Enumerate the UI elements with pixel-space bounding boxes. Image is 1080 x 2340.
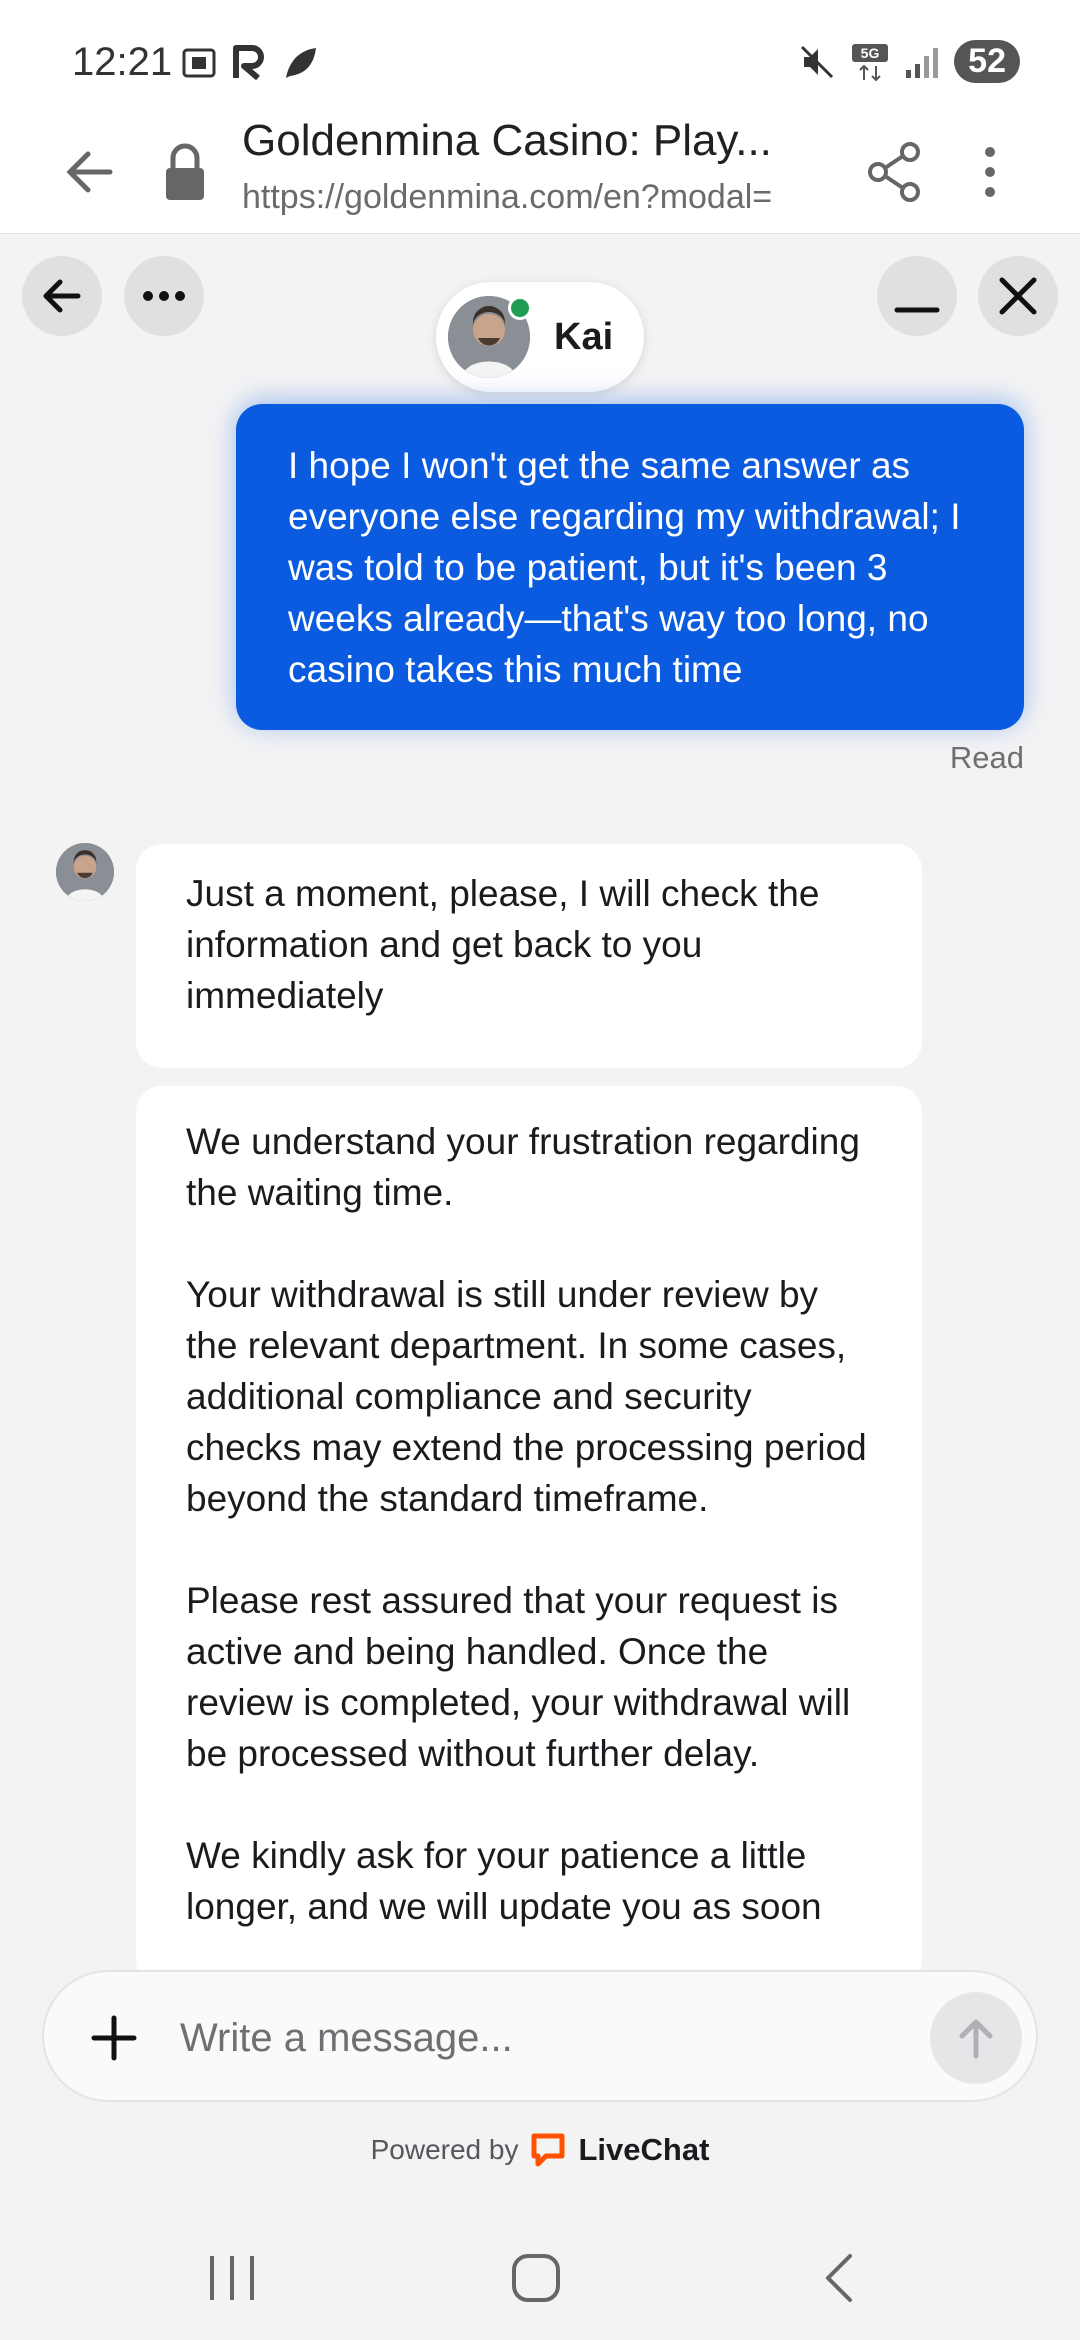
arrow-left-icon [66,151,113,193]
agent-message-paragraph: We understand your frustration regarding… [186,1121,860,1213]
message-input[interactable] [180,2010,820,2066]
svg-text:5G: 5G [861,45,880,61]
minimize-icon [894,307,940,313]
user-message-bubble: I hope I won't get the same answer as ev… [236,404,1024,730]
agent-message-paragraph: Please rest assured that your request is… [186,1580,851,1774]
status-bar: 12:21 5G 52 [0,0,1080,110]
close-chat-button[interactable] [978,256,1058,336]
agent-message-bubble: We understand your frustration regarding… [136,1086,922,1986]
user-message-text: I hope I won't get the same answer as ev… [288,445,961,690]
agent-message-paragraph: Your withdrawal is still under review by… [186,1274,867,1519]
page-title[interactable]: Goldenmina Casino: Play... [242,116,842,166]
livechat-brand: LiveChat [578,2132,710,2167]
more-vertical-icon [985,147,995,197]
chat-back-button[interactable] [22,256,102,336]
back-chevron-icon [826,2254,852,2302]
signal-icon [906,47,939,78]
plus-icon [91,2015,137,2061]
clock: 12:21 [72,40,173,84]
agent-message-avatar [56,843,114,901]
powered-by-footer[interactable]: Powered by LiveChat [0,2132,1080,2168]
attach-button[interactable] [84,2008,144,2068]
arrow-left-icon [43,279,81,313]
chat-options-button[interactable] [124,256,204,336]
recent-apps-button[interactable] [192,2246,272,2310]
status-icons-right: 5G 52 [798,40,1020,83]
agent-message-paragraph: We kindly ask for your patience a little… [186,1835,822,1927]
status-icons-left [180,44,320,82]
powered-by-label: Powered by [370,2134,519,2165]
share-icon [868,142,920,202]
app-r-icon [233,45,264,81]
leaf-icon [286,48,316,78]
battery-indicator: 52 [954,40,1020,83]
share-button[interactable] [862,140,926,209]
url-bar[interactable]: https://goldenmina.com/en?modal= [242,178,822,217]
arrow-up-icon [959,2019,993,2059]
home-icon [512,2254,560,2302]
message-composer [42,1970,1038,2102]
online-status-dot [508,296,532,320]
agent-name: Kai [554,315,614,358]
livechat-logo-icon [531,2133,565,2167]
close-icon [999,277,1037,315]
lock-icon[interactable] [160,140,210,209]
agent-message-text: Just a moment, please, I will check the … [186,873,820,1016]
network-5g-icon: 5G [852,43,889,81]
recent-apps-icon [210,2256,254,2300]
system-back-button[interactable] [800,2246,880,2310]
more-horizontal-icon [143,291,185,301]
agent-message-bubble: Just a moment, please, I will check the … [136,844,922,1068]
browser-toolbar: Goldenmina Casino: Play... https://golde… [0,110,1080,234]
agent-header: Kai [436,282,644,392]
home-button[interactable] [496,2246,576,2310]
screenshot-icon [182,48,216,78]
browser-menu-button[interactable] [970,140,1010,209]
read-receipt: Read [949,740,1024,775]
system-navigation-bar [0,2210,1080,2340]
minimize-chat-button[interactable] [877,256,957,336]
browser-back-button[interactable] [58,140,122,209]
send-button[interactable] [930,1992,1022,2084]
mute-icon [801,45,834,78]
